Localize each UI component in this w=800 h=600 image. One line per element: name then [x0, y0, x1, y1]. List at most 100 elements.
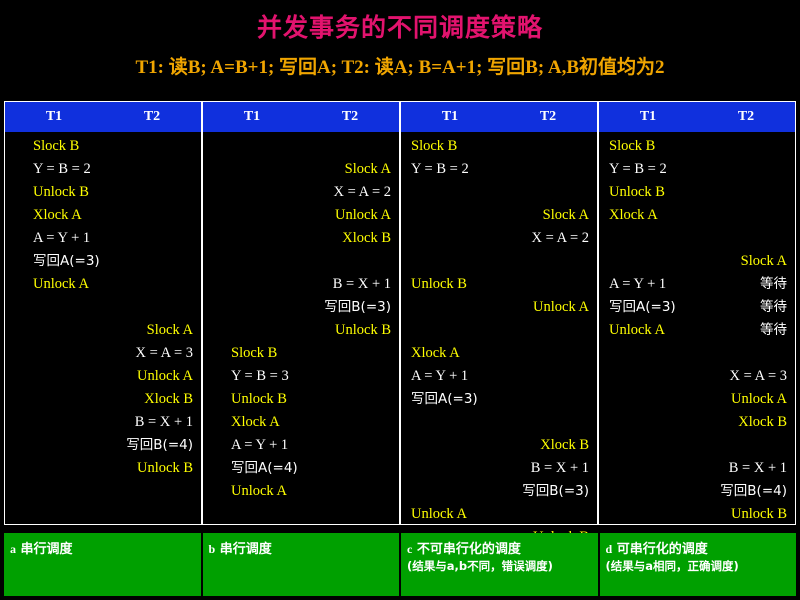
cell-t1	[203, 273, 301, 296]
cell-t2	[499, 388, 597, 411]
cell-t1	[203, 227, 301, 250]
table-row: Xlock A	[5, 204, 201, 227]
cell-t1	[401, 434, 499, 457]
schedule-column-4: T1 T2 Slock BY = B = 2 Unlock B Xlock A Slock…	[599, 102, 795, 524]
cell-t1: 写回A(=4)	[231, 460, 298, 476]
table-row: X = A = 2	[401, 227, 597, 250]
table-row: Unlock A	[203, 480, 399, 503]
table-row: Y = B = 3	[203, 365, 399, 388]
cell-t2	[499, 503, 597, 526]
cell-t1: A = Y + 1	[609, 276, 667, 292]
footer-legend-b: b 串行调度	[202, 533, 399, 596]
table-row: B = X + 1	[599, 457, 795, 480]
table-row: X = A = 3	[599, 365, 795, 388]
cell-t2	[103, 135, 201, 158]
cell-t1	[5, 434, 103, 457]
cell-t2: Xlock B	[144, 391, 193, 407]
footer-title: 串行调度	[215, 542, 272, 557]
table-row: Unlock A	[599, 388, 795, 411]
cell-t1: Xlock A	[609, 207, 658, 223]
table-row: Slock B	[401, 135, 597, 158]
table-row: 写回B(=3)	[203, 296, 399, 319]
slide-root: 并发事务的不同调度策略 T1: 读B; A=B+1; 写回A; T2: 读A; …	[0, 0, 800, 600]
table-row: Xlock A	[401, 342, 597, 365]
cell-t2	[301, 457, 399, 480]
cell-t1	[599, 480, 697, 503]
table-row: Xlock B	[5, 388, 201, 411]
cell-t2: Slock A	[542, 207, 589, 223]
table-row: Slock B	[203, 342, 399, 365]
table-row: A = Y + 1	[401, 365, 597, 388]
cell-t2: Unlock B	[137, 460, 193, 476]
table-row: Unlock A	[5, 273, 201, 296]
cell-t1: A = Y + 1	[33, 230, 91, 246]
cell-t1: Unlock A	[609, 322, 665, 338]
cell-t2	[499, 158, 597, 181]
cell-t2	[301, 411, 399, 434]
table-row: Unlock B	[401, 273, 597, 296]
cell-t1: Xlock A	[231, 414, 280, 430]
cell-t1: 写回A(=3)	[33, 253, 100, 269]
table-row: Unlock A	[203, 204, 399, 227]
cell-t1: Unlock B	[231, 391, 287, 407]
cell-t2	[301, 342, 399, 365]
cell-t1	[599, 365, 697, 388]
table-row: 写回A(=3)	[5, 250, 201, 273]
table-row: Xlock B	[401, 434, 597, 457]
table-row: Unlock A	[401, 296, 597, 319]
cell-t2: 写回B(=4)	[126, 437, 193, 453]
column-header-3: T1 T2	[401, 102, 597, 132]
footer-note: (结果与a相同，正确调度)	[605, 559, 739, 573]
cell-t1	[401, 227, 499, 250]
cell-t2: 等待	[760, 322, 787, 338]
table-row: 写回B(=3)	[401, 480, 597, 503]
table-row: Slock B	[5, 135, 201, 158]
cell-t2	[697, 135, 795, 158]
cell-t1: Slock B	[33, 138, 80, 154]
cell-t2	[499, 135, 597, 158]
cell-t1: A = Y + 1	[411, 368, 469, 384]
cell-t1	[599, 503, 697, 526]
cell-t1: Unlock B	[33, 184, 89, 200]
header-t1: T1	[441, 109, 459, 124]
table-row: A = Y + 1 等待	[599, 273, 795, 296]
cell-t2: Slock A	[344, 161, 391, 177]
cell-t1	[599, 388, 697, 411]
page-title: 并发事务的不同调度策略	[256, 15, 543, 42]
cell-t2: X = A = 2	[333, 184, 391, 200]
cell-t2: Unlock A	[533, 299, 589, 315]
cell-t1: Unlock B	[411, 276, 467, 292]
footer-legend-row: a 串行调度 b 串行调度 c 不可串行化的调度 (结果与a,b不同，错误调度) d 可…	[4, 533, 796, 596]
table-row: Unlock A	[401, 503, 597, 526]
header-t2: T2	[737, 109, 755, 124]
cell-t1: 写回A(=3)	[609, 299, 676, 315]
cell-t2: Unlock A	[335, 207, 391, 223]
cell-t1	[203, 296, 301, 319]
cell-t2: 等待	[760, 299, 787, 315]
table-row: Y = B = 2	[401, 158, 597, 181]
table-row: 写回B(=4)	[5, 434, 201, 457]
table-row: Unlock A 等待	[599, 319, 795, 342]
cell-t2	[697, 181, 795, 204]
cell-t1	[5, 457, 103, 480]
table-row: B = X + 1	[203, 273, 399, 296]
table-row: Xlock B	[203, 227, 399, 250]
cell-t2: B = X + 1	[332, 276, 391, 292]
table-row: Unlock B	[203, 319, 399, 342]
table-row: Slock A	[401, 204, 597, 227]
table-row: Unlock B	[5, 457, 201, 480]
table-row: 写回A(=3) 等待	[599, 296, 795, 319]
footer-title: 可串行化的调度	[612, 542, 708, 557]
footer-legend-c: c 不可串行化的调度 (结果与a,b不同，错误调度)	[401, 533, 598, 596]
cell-t1	[203, 319, 301, 342]
column-header-4: T1 T2	[599, 102, 795, 132]
cell-t2	[103, 158, 201, 181]
cell-t1: Unlock A	[33, 276, 89, 292]
footer-title: 不可串行化的调度	[412, 542, 521, 557]
footer-note: (结果与a,b不同，错误调度)	[407, 559, 553, 573]
cell-t2: B = X + 1	[728, 460, 787, 476]
header-t2: T2	[143, 109, 161, 124]
column-rows-3: Slock B Y = B = 2 Slock A X = A = 2 Unlock B…	[401, 132, 597, 545]
cell-t2: Xlock B	[342, 230, 391, 246]
cell-t1	[5, 319, 103, 342]
